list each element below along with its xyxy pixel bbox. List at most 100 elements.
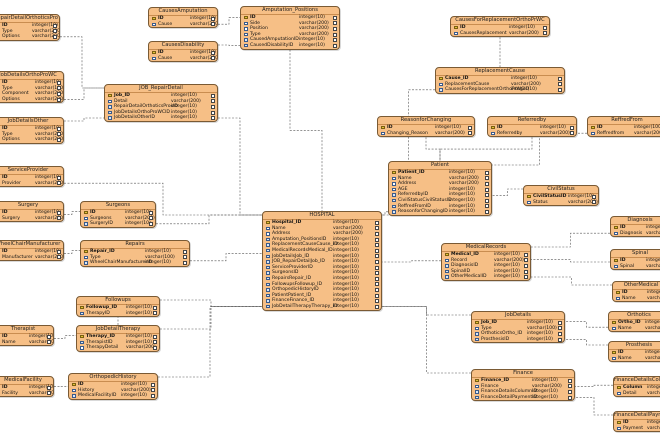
relationship-line[interactable] (64, 211, 80, 215)
attribute-row[interactable]: Facilityvarchar(200) (0, 391, 53, 397)
entity-finance[interactable]: Finance Finance_ID integer(10) Finance varch… (471, 369, 575, 402)
foreign-key-icon (80, 311, 84, 315)
relationship-line[interactable] (531, 276, 612, 286)
relationship-line[interactable] (575, 384, 613, 387)
relationship-line[interactable] (218, 44, 240, 46)
entity-causesamputation[interactable]: CausesAmputation ID integer(10) Cause varcha… (148, 7, 218, 29)
entity-surgery[interactable]: Surgery ID integer(10) Surgery varchar(200) (0, 201, 64, 223)
relationship-line[interactable] (190, 253, 262, 262)
entity-prosthesis[interactable]: ProsthesisIDinteger(10)Namevarchar(200) (608, 341, 660, 363)
entity-jobdetailsorthoprowc[interactable]: JobDetailsOrthoProWC ID integer(10) Type var… (0, 71, 64, 104)
attribute-row[interactable]: Options varchar(200) (0, 97, 63, 103)
relationship-line[interactable] (531, 232, 610, 248)
relationship-line[interactable] (492, 188, 523, 196)
entity-jobdetailsother[interactable]: JobDetailsOther ID integer(10) Type varchar(… (0, 117, 64, 144)
entity-repairs[interactable]: Repairs Repair_ID integer(10) Type varchar(1… (80, 240, 190, 267)
attribute-row[interactable]: FinanceDetailPaymentID integer(10) (472, 395, 574, 401)
relationship-line[interactable] (64, 87, 104, 100)
relationship-line[interactable] (156, 214, 262, 225)
relationship-line[interactable] (439, 137, 533, 161)
relationship-line[interactable] (64, 117, 104, 122)
attribute-row[interactable]: Detail varchar(200) (614, 391, 660, 397)
attribute-row[interactable]: JobDetailTherapyTherapy_ID integer(10) (263, 304, 381, 310)
attribute-row[interactable]: Cause varchar(200) (149, 22, 217, 28)
attribute-row[interactable]: OtherMedicalID integer(10) (442, 274, 530, 280)
attribute-row[interactable]: Surgery varchar(200) (0, 216, 63, 222)
relationship-line[interactable] (158, 306, 262, 378)
attribute-row[interactable]: SurgeryID integer(10) (81, 221, 155, 227)
entity-othermedical[interactable]: OtherMedicalIDinteger(10)Namevarchar(200… (612, 281, 660, 303)
entity-jobdetailtherapy[interactable]: JobDetailTherapy Therapy_ID integer(10) The… (76, 325, 160, 352)
entity-hospital[interactable]: HOSPITAL Hospital_ID integer(10) Name varcha… (262, 211, 382, 311)
entity-serviceprovider[interactable]: ServiceProvider ID integer(10) Provider varc… (0, 166, 64, 188)
attribute-row[interactable]: ProsthesisID integer(10) (472, 337, 564, 343)
relationship-line[interactable] (160, 306, 262, 330)
entity-causesforreplacementorthoprwc[interactable]: CausesForReplacementOrthoPrWC ID integer(1… (450, 16, 550, 38)
relationship-line[interactable] (531, 259, 610, 263)
entity-surgeons[interactable]: Surgeons ID integer(10) Surgeons varchar(200… (80, 201, 156, 228)
attribute-row[interactable]: CausesReplacement varchar(200) (451, 31, 549, 37)
entity-medicalfacility[interactable]: MedicalFacility ID integer(10) Facility varc… (0, 376, 54, 398)
entity-orthotics[interactable]: OrthoticsOrtho_IDinteger(10)Namevarchar(… (608, 311, 660, 333)
attribute-row[interactable]: ReasonforChangingID integer(10) (389, 209, 491, 215)
relationship-line[interactable] (160, 299, 262, 307)
attribute-row[interactable]: Namevarchar(200) (609, 326, 660, 332)
entity-reasonforchanging[interactable]: ReasonforChanging ID integer(10) Changing_R… (377, 116, 475, 138)
relationship-line[interactable] (54, 335, 76, 339)
attribute-row[interactable]: Namevarchar(200) (609, 356, 660, 362)
relationship-line[interactable] (218, 117, 262, 216)
attribute-row[interactable]: Diagnosisvarchar(200) (611, 231, 660, 237)
entity-financedetailscolumn[interactable]: FinanceDetailsColumnColumninteger(10)Det… (613, 376, 660, 398)
relationship-line[interactable] (218, 17, 240, 25)
relationship-line[interactable] (289, 49, 323, 211)
entity-referredby[interactable]: Referredby ID integer(10) Referredby varchar… (487, 116, 577, 138)
attribute-row[interactable]: JobDetailsOtherID integer(10) (105, 115, 217, 121)
relationship-line[interactable] (425, 137, 441, 161)
relationship-line[interactable] (575, 397, 613, 416)
attribute-row[interactable]: TherapyDetail varchar(200) (77, 345, 159, 351)
attribute-row[interactable]: MedicalFacilityID integer(10) (69, 393, 157, 399)
relationship-line[interactable] (64, 250, 80, 254)
relationship-line[interactable] (565, 321, 608, 328)
entity-title: ServiceProvider (0, 167, 63, 175)
entity-orthopedichistory[interactable]: OrthopedicHistory ID integer(10) History var… (68, 373, 158, 400)
attribute-row[interactable]: WheelChairManufacturerID integer(10) (81, 260, 189, 266)
entity-financedetailpayment[interactable]: FinanceDetailPaymentIDinteger(10)Payment… (613, 411, 660, 433)
entity-amputation-positions[interactable]: Amputation_Positions ID integer(10) Side var… (240, 6, 340, 50)
attribute-row[interactable]: Changing_Reason varchar(200) (378, 131, 474, 137)
attribute-row[interactable]: CausesForReplacementOrthoPrWCID integer(1… (436, 87, 564, 93)
attribute-row[interactable]: Manufacturer varchar(200) (0, 255, 63, 261)
entity-medicalrecords[interactable]: MedicalRecords Medical_ID integer(10) Recor… (441, 243, 531, 281)
relationship-line[interactable] (492, 132, 587, 166)
attribute-row[interactable]: Spinal varchar(200) (611, 264, 660, 270)
relationship-line[interactable] (60, 36, 104, 89)
entity-jobdetails[interactable]: JobDetails Job_ID integer(10) Type varchar(1… (471, 311, 565, 344)
relationship-line[interactable] (382, 260, 441, 263)
relationship-line[interactable] (382, 306, 471, 374)
relationship-line[interactable] (565, 339, 608, 346)
entity-followups[interactable]: Followups Followup_ID integer(10) TherapyID… (76, 296, 160, 318)
attribute-row[interactable]: Namevarchar(200) (613, 296, 660, 302)
attribute-row[interactable]: Reffredfrom varchar(200) (588, 131, 660, 137)
entity-patient[interactable]: Patient Patient_ID integer(10) Name varchar(… (388, 161, 492, 216)
entity-wheelchairmanufacturer[interactable]: WheelChairManufacturer ID integer(10) Manuf… (0, 240, 64, 262)
attribute-row[interactable]: TherapyID integer(10) (77, 311, 159, 317)
entity-job-repairdetail[interactable]: JOB_RepairDetail Job_ID integer(10) Detail v… (104, 84, 218, 122)
entity-replacementcause[interactable]: ReplacementCause Cause_ID integer(10) Repla… (435, 67, 565, 94)
attribute-row[interactable]: Referredby varchar(200) (488, 131, 576, 137)
entity-therapist[interactable]: TherapistIDinteger(10)Namevarchar(200) (0, 325, 54, 347)
attribute-row[interactable]: Provider varchar(200) (0, 181, 63, 187)
entity-reffredfrom[interactable]: ReffredFrom ID integer(100) Reffredfrom varc… (587, 116, 660, 138)
attribute-row[interactable]: Paymentvarchar(200) (614, 426, 660, 432)
entity-civilstatus[interactable]: CivilStatus CivilStatusID integer(10) Statu… (523, 185, 599, 207)
entity-spinal[interactable]: SpinalIDinteger(10)Spinalvarchar(200) (610, 249, 660, 271)
attribute-row[interactable]: Namevarchar(200) (0, 340, 53, 346)
attribute-row[interactable]: Options varchar(200) (0, 137, 63, 143)
entity-causesdisability[interactable]: CausesDisability ID integer(10) Cause varcha… (148, 41, 218, 63)
entity-diagnosis[interactable]: DiagnosisIDinteger(10)Diagnosisvarchar(2… (610, 216, 660, 238)
attribute-row[interactable]: Status varchar(200) (524, 200, 598, 206)
attribute-row[interactable]: CausedDisabilityID integer(10) (241, 43, 339, 49)
attribute-row[interactable]: Options varchar(200) (0, 34, 59, 40)
entity-repairdetailorthoticspro[interactable]: RepairDetailOrthoticsPro ID integer(10) Typ… (0, 14, 60, 41)
attribute-row[interactable]: Cause varchar(200) (149, 56, 217, 62)
